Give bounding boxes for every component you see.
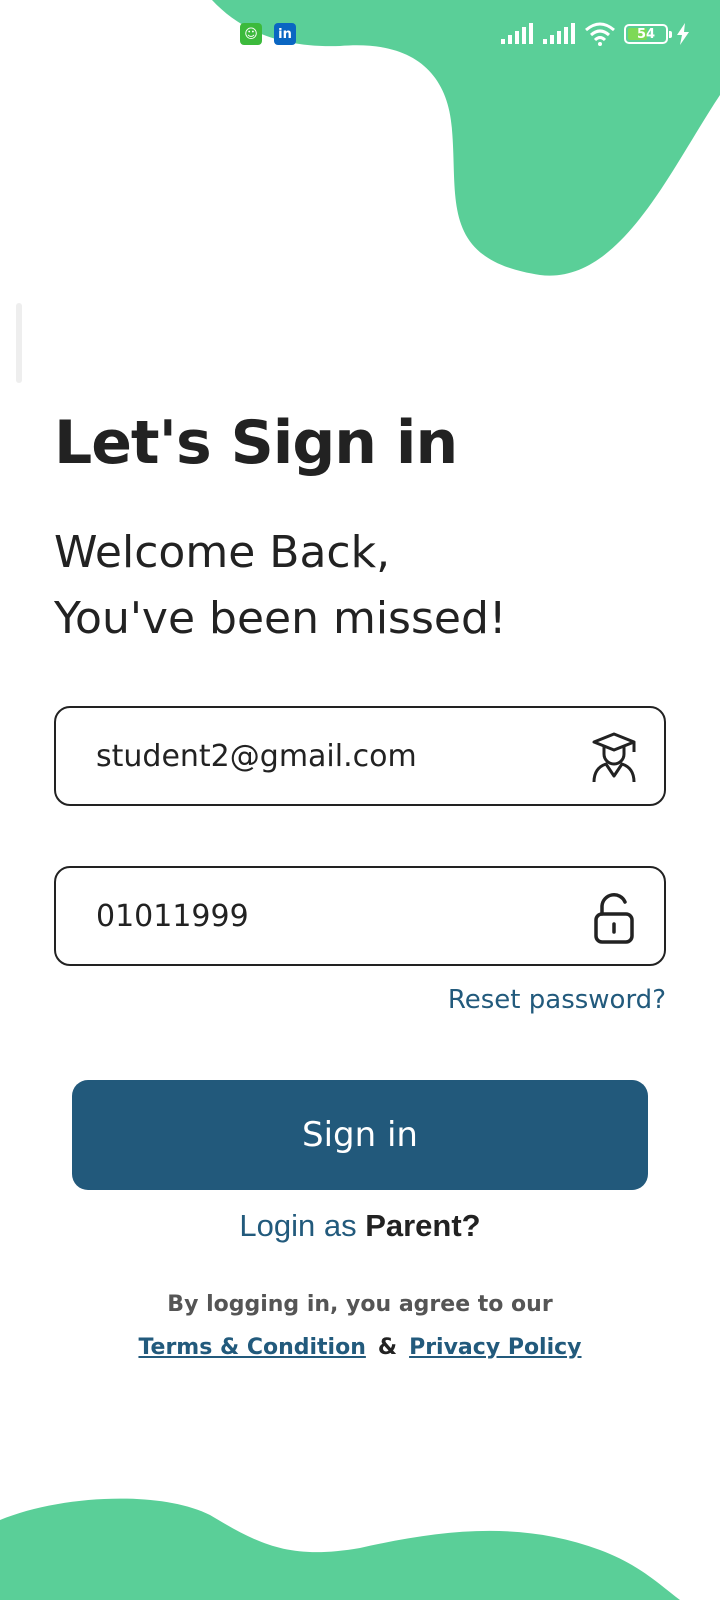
- scroll-handle[interactable]: [16, 303, 22, 383]
- welcome-message: Welcome Back, You've been missed!: [54, 520, 507, 652]
- unlock-icon[interactable]: [590, 892, 638, 944]
- system-icons: 54: [500, 20, 690, 48]
- email-field[interactable]: [54, 706, 666, 806]
- wifi-icon: [585, 22, 615, 46]
- login-as-parent-link[interactable]: Login as Parent?: [0, 1208, 720, 1244]
- battery-icon: 54: [624, 24, 672, 44]
- charging-icon: [677, 23, 689, 45]
- privacy-policy-link[interactable]: Privacy Policy: [409, 1335, 581, 1360]
- password-input[interactable]: [96, 868, 576, 964]
- welcome-line-2: You've been missed!: [54, 593, 507, 644]
- signal-icon-2: [543, 23, 575, 44]
- page-title: Let's Sign in: [54, 408, 458, 478]
- login-as-prefix: Login as: [239, 1208, 357, 1243]
- legal-links: Terms & Condition & Privacy Policy: [0, 1335, 720, 1360]
- bottom-blob: [0, 1498, 680, 1600]
- student-graduate-icon: [592, 732, 636, 783]
- login-as-role[interactable]: Parent?: [365, 1208, 480, 1243]
- signal-icon: [501, 23, 533, 44]
- welcome-line-1: Welcome Back,: [54, 527, 391, 578]
- sign-in-button[interactable]: Sign in: [72, 1080, 648, 1190]
- agreement-text: By logging in, you agree to our: [167, 1292, 553, 1317]
- linkedin-icon: in: [274, 23, 296, 45]
- status-bar: ☺ in 54: [0, 0, 720, 70]
- password-field[interactable]: [54, 866, 666, 966]
- app-notification-icon: ☺: [240, 23, 262, 45]
- battery-level: 54: [636, 26, 656, 42]
- terms-link[interactable]: Terms & Condition: [138, 1335, 365, 1360]
- legal-separator: &: [377, 1335, 398, 1360]
- email-input[interactable]: [96, 708, 576, 804]
- reset-password-link[interactable]: Reset password?: [448, 985, 666, 1015]
